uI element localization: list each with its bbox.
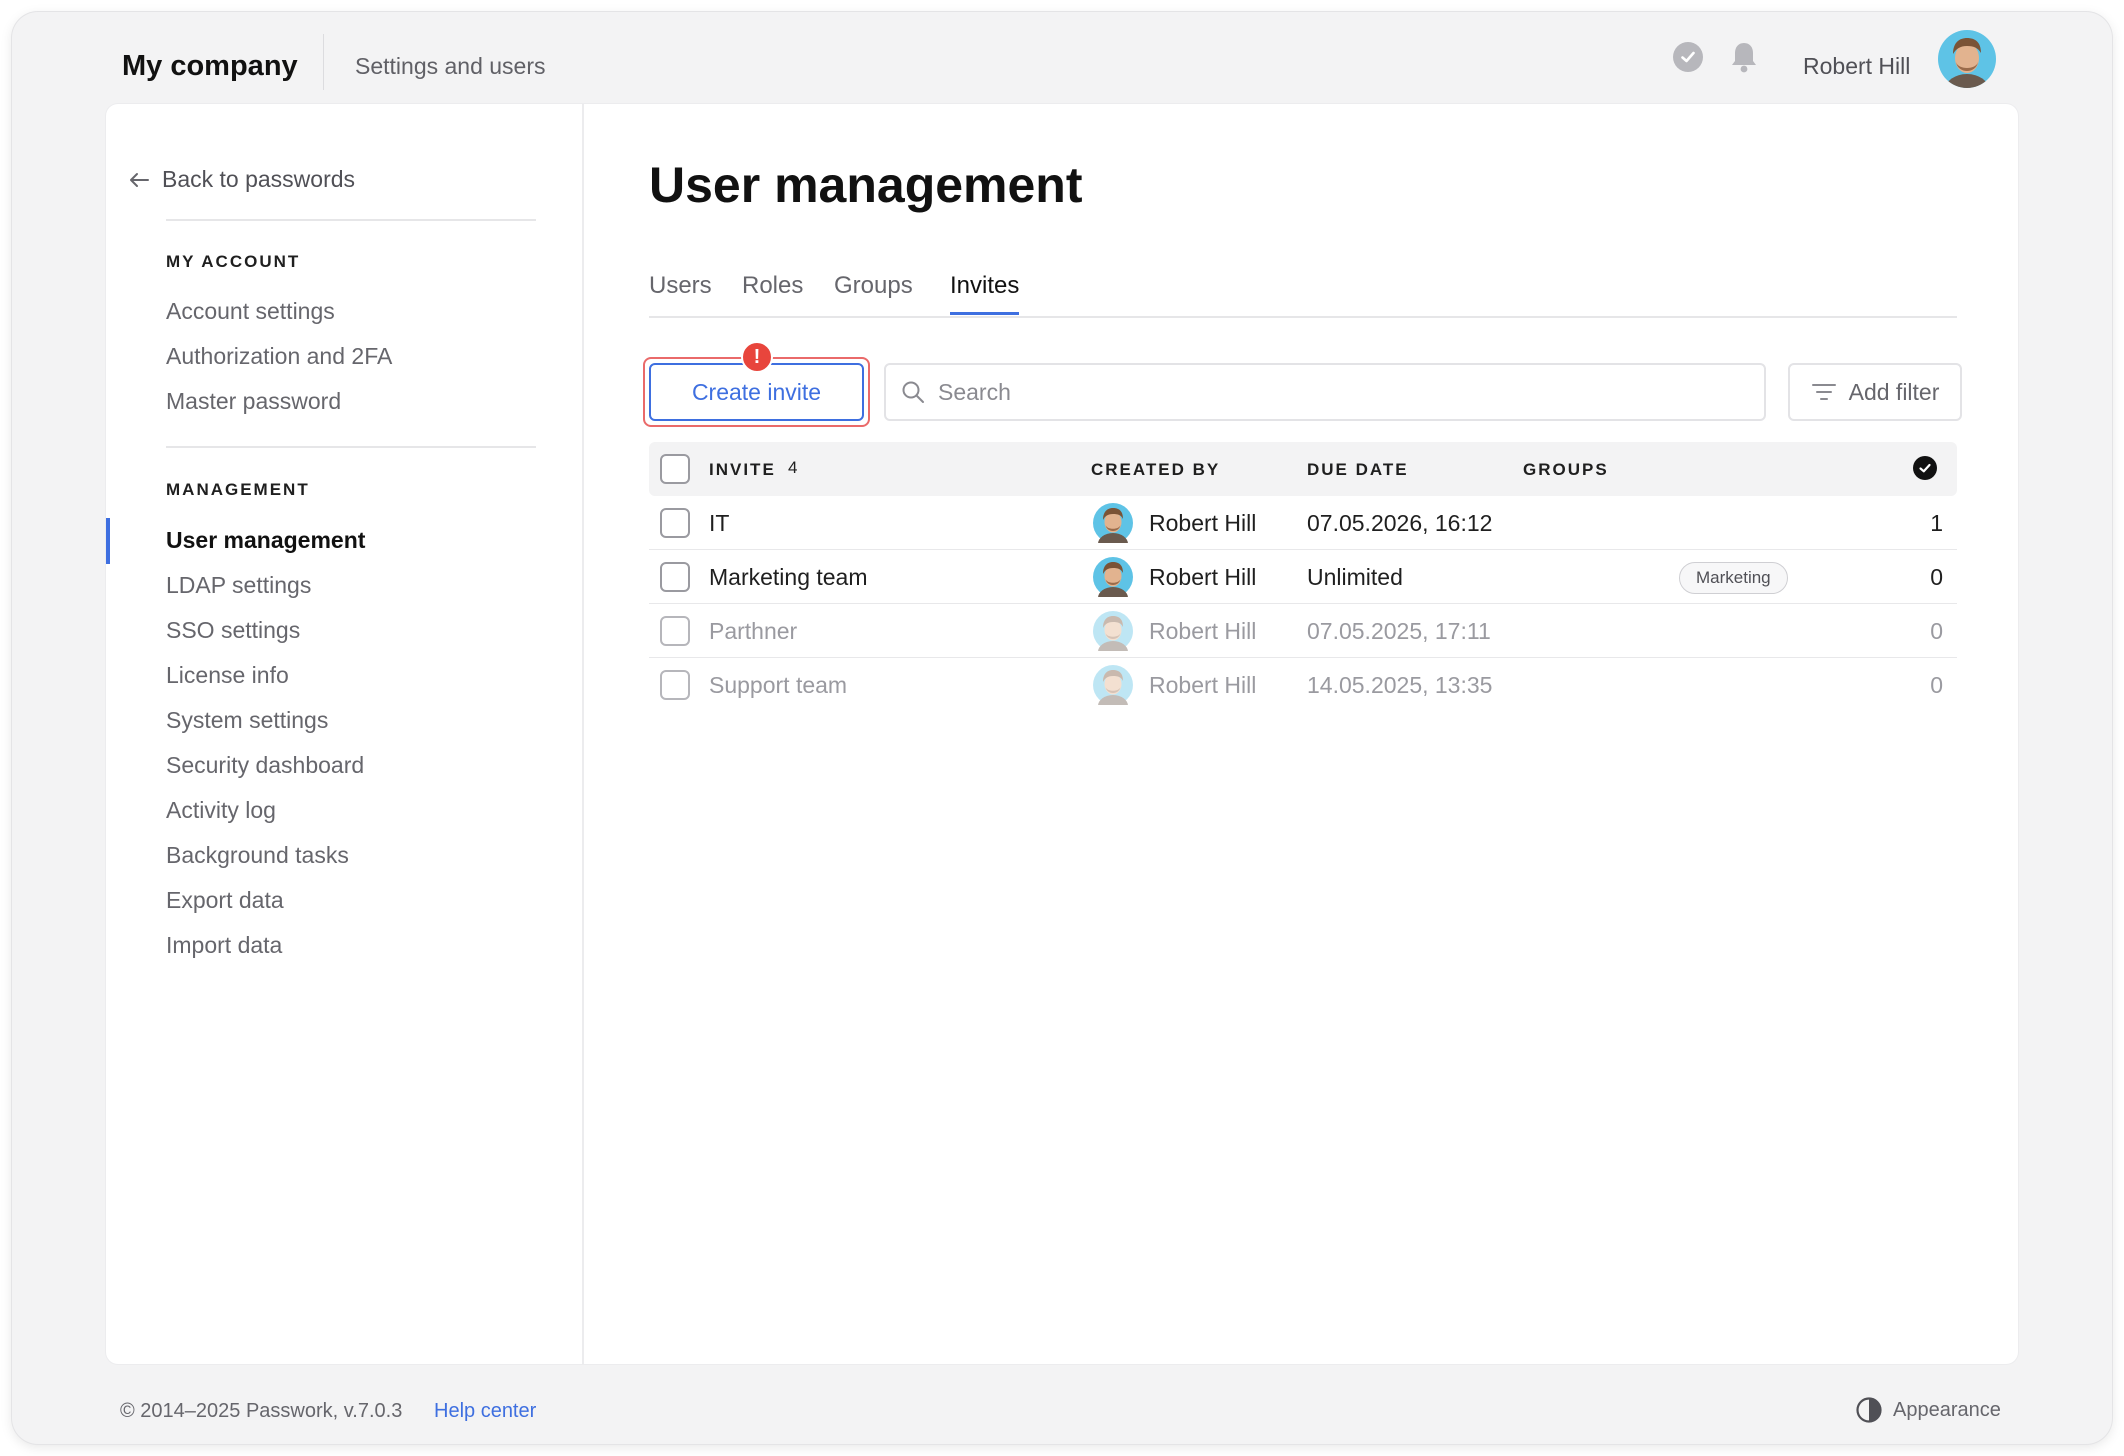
avatar [1093, 503, 1133, 543]
row-checkbox[interactable] [660, 670, 690, 700]
top-bar: My company Settings and users Robert Hil… [12, 12, 2112, 112]
appearance-toggle[interactable]: Appearance [1855, 1396, 2001, 1424]
add-filter-button[interactable]: Add filter [1788, 363, 1962, 421]
due-date: Unlimited [1307, 564, 1403, 590]
avatar [1093, 557, 1133, 597]
add-filter-label: Add filter [1848, 378, 1940, 405]
search-input[interactable]: Search [884, 363, 1766, 421]
help-center-link[interactable]: Help center [434, 1400, 536, 1423]
sidebar-item-sso-settings[interactable]: SSO settings [166, 617, 300, 644]
sidebar-item-activity-log[interactable]: Activity log [166, 797, 276, 824]
created-by: Robert Hill [1149, 510, 1257, 536]
tab-invites[interactable]: Invites [950, 272, 1020, 315]
sidebar-item-export-data[interactable]: Export data [166, 887, 284, 914]
sidebar-item-license-info[interactable]: License info [166, 662, 289, 689]
bell-icon[interactable] [1728, 40, 1760, 74]
sidebar-item-authorization-2fa[interactable]: Authorization and 2FA [166, 343, 392, 370]
due-date: 07.05.2026, 16:12 [1307, 510, 1493, 536]
table-header: INVITE 4 CREATED BY DUE DATE GROUPS [649, 442, 1957, 496]
back-to-passwords-link[interactable]: Back to passwords [128, 166, 355, 193]
back-label: Back to passwords [162, 166, 356, 192]
check-circle-icon[interactable] [1673, 42, 1703, 72]
usage-count: 0 [1930, 618, 1943, 644]
avatar [1093, 611, 1133, 651]
usage-count: 0 [1930, 564, 1943, 590]
column-header-created-by[interactable]: CREATED BY [1091, 460, 1220, 480]
group-tag[interactable]: Marketing [1679, 562, 1788, 594]
appearance-label: Appearance [1893, 1398, 2001, 1421]
table-row[interactable]: Parthner Robert Hill 07.05.2025, 17:11 0 [649, 604, 1957, 658]
topbar-divider [323, 34, 324, 90]
active-indicator [106, 518, 110, 564]
sidebar: Back to passwords MY ACCOUNT Account set… [106, 104, 584, 1364]
alert-badge: ! [741, 341, 773, 373]
breadcrumb: Settings and users [355, 53, 546, 79]
filter-icon [1811, 384, 1836, 400]
sidebar-divider [166, 446, 536, 448]
sidebar-item-ldap-settings[interactable]: LDAP settings [166, 572, 311, 599]
row-checkbox[interactable] [660, 616, 690, 646]
usage-count: 0 [1930, 672, 1943, 698]
table-row[interactable]: Support team Robert Hill 14.05.2025, 13:… [649, 658, 1957, 712]
section-heading-management: MANAGEMENT [166, 480, 310, 499]
copyright: © 2014–2025 Passwork, v.7.0.3 [120, 1400, 403, 1422]
sidebar-item-system-settings[interactable]: System settings [166, 707, 328, 734]
column-header-invite[interactable]: INVITE [709, 460, 776, 480]
sidebar-item-background-tasks[interactable]: Background tasks [166, 842, 349, 869]
tab-bar: Users Roles Groups Invites [649, 272, 1957, 318]
sidebar-item-security-dashboard[interactable]: Security dashboard [166, 752, 364, 779]
sidebar-divider [166, 219, 536, 221]
check-circle-icon[interactable] [1913, 456, 1937, 480]
created-by: Robert Hill [1149, 564, 1257, 590]
arrow-left-icon [130, 172, 149, 187]
invite-name[interactable]: Parthner [709, 618, 797, 645]
content-card: Back to passwords MY ACCOUNT Account set… [106, 104, 2018, 1364]
page-title: User management [649, 157, 1083, 213]
app-window: My company Settings and users Robert Hil… [12, 12, 2112, 1444]
row-checkbox[interactable] [660, 508, 690, 538]
select-all-checkbox[interactable] [660, 454, 690, 484]
main-panel: User management Users Roles Groups Invit… [584, 104, 2018, 1364]
row-checkbox[interactable] [660, 562, 690, 592]
column-header-groups[interactable]: GROUPS [1523, 460, 1609, 480]
tab-groups[interactable]: Groups [834, 272, 913, 312]
invite-count: 4 [788, 458, 798, 477]
avatar [1093, 665, 1133, 705]
invite-name[interactable]: Support team [709, 672, 847, 699]
user-name[interactable]: Robert Hill [1803, 53, 1910, 80]
created-by: Robert Hill [1149, 618, 1257, 644]
section-heading-my-account: MY ACCOUNT [166, 252, 301, 271]
sidebar-item-import-data[interactable]: Import data [166, 932, 282, 959]
avatar[interactable] [1938, 30, 1996, 88]
table-row[interactable]: Marketing team Robert Hill Unlimited Mar… [649, 550, 1957, 604]
contrast-icon [1856, 1397, 1882, 1423]
invite-name[interactable]: IT [709, 510, 729, 537]
search-placeholder: Search [938, 378, 1011, 405]
invite-name[interactable]: Marketing team [709, 564, 868, 591]
usage-count: 1 [1930, 510, 1943, 536]
sidebar-item-master-password[interactable]: Master password [166, 388, 341, 415]
due-date: 14.05.2025, 13:35 [1307, 672, 1493, 698]
tab-roles[interactable]: Roles [742, 272, 803, 312]
due-date: 07.05.2025, 17:11 [1307, 618, 1491, 644]
created-by: Robert Hill [1149, 672, 1257, 698]
company-name[interactable]: My company [122, 50, 298, 83]
sidebar-item-account-settings[interactable]: Account settings [166, 298, 335, 325]
sidebar-item-user-management[interactable]: User management [166, 527, 365, 554]
table-row[interactable]: IT Robert Hill 07.05.2026, 16:12 1 [649, 496, 1957, 550]
search-icon [902, 381, 924, 403]
tab-users[interactable]: Users [649, 272, 712, 312]
column-header-due-date[interactable]: DUE DATE [1307, 460, 1409, 480]
